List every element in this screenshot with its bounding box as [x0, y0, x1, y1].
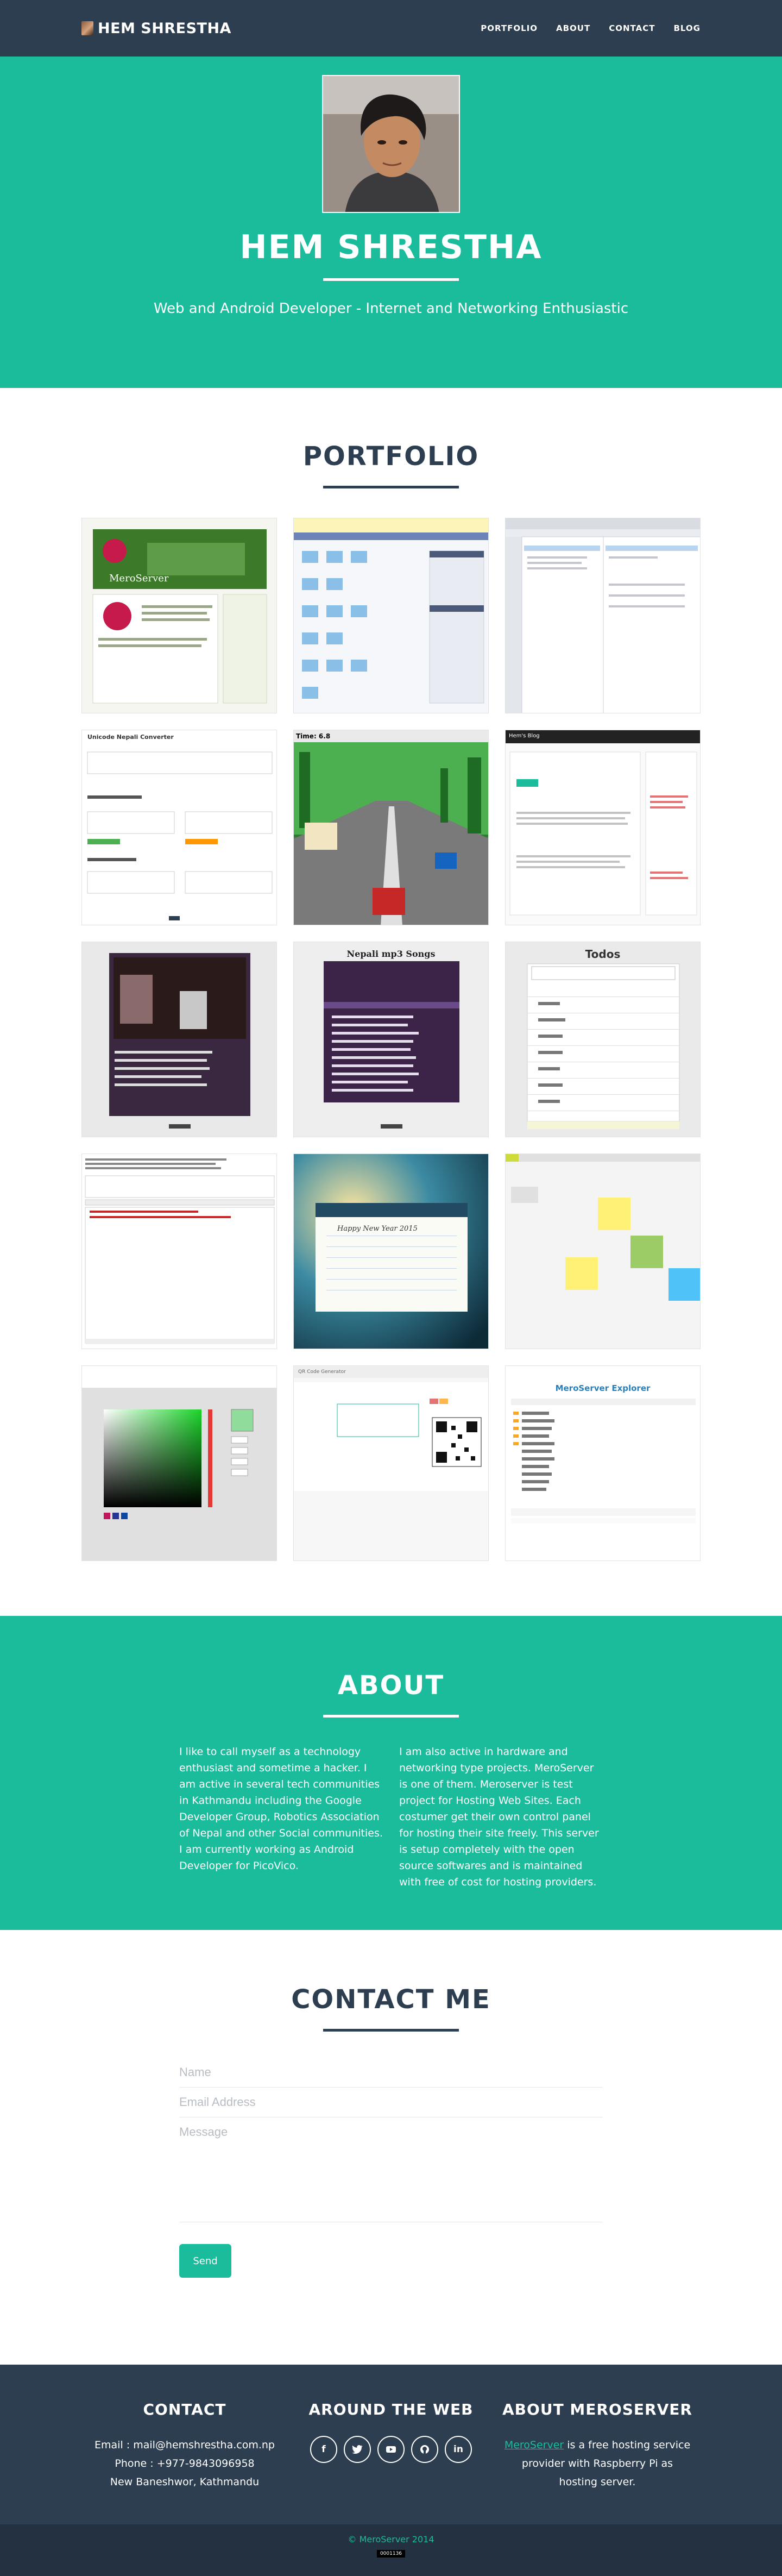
- facebook-icon[interactable]: f: [310, 2436, 337, 2463]
- footer-contact: CONTACT Email : mail@hemshrestha.com.np …: [81, 2400, 288, 2491]
- control-panel-screenshot: [294, 518, 488, 713]
- email-field[interactable]: [179, 2095, 603, 2109]
- footer-web-title: AROUND THE WEB: [308, 2400, 474, 2418]
- linkedin-icon[interactable]: in: [445, 2436, 472, 2463]
- brand-link[interactable]: HEM SHRESTHA: [81, 20, 231, 37]
- portfolio-item-todos[interactable]: Todos: [505, 942, 701, 1137]
- color-picker-screenshot: [82, 1366, 276, 1560]
- nav-link-about[interactable]: ABOUT: [556, 23, 590, 33]
- tile-caption: Happy New Year 2015: [337, 1225, 418, 1233]
- todos-screenshot: [506, 942, 700, 1137]
- portfolio-item-text-editor[interactable]: [81, 1154, 277, 1349]
- about-text-left: I like to call myself as a technology en…: [179, 1746, 383, 1872]
- nav-link-portfolio[interactable]: PORTFOLIO: [481, 23, 538, 33]
- hero-tagline: Web and Android Developer - Internet and…: [153, 300, 629, 317]
- meroserver-link[interactable]: MeroServer: [504, 2439, 564, 2451]
- message-field[interactable]: [179, 2125, 603, 2212]
- footer-contact-title: CONTACT: [143, 2400, 226, 2418]
- footer-phone: Phone : +977-9843096958: [115, 2458, 255, 2470]
- footer-about: ABOUT MEROSERVER MeroServer is a free ho…: [494, 2400, 701, 2491]
- counter-badge: 0001136: [376, 2550, 406, 2558]
- contact-title: CONTACT ME: [291, 1984, 491, 2015]
- unicode-converter-screenshot: [82, 730, 276, 925]
- file-manager-screenshot: [506, 518, 700, 713]
- about-section: ABOUT I like to call myself as a technol…: [0, 1616, 782, 1930]
- tile-caption: Hem's Blog: [509, 733, 540, 739]
- portfolio-item-new-year-card[interactable]: Happy New Year 2015: [293, 1154, 489, 1349]
- about-text-right: I am also active in hardware and network…: [399, 1746, 599, 1888]
- portfolio-item-control-panel[interactable]: [293, 518, 489, 713]
- send-button[interactable]: Send: [179, 2244, 231, 2278]
- portfolio-item-music-player[interactable]: [81, 942, 277, 1137]
- name-field[interactable]: [179, 2065, 603, 2079]
- github-icon[interactable]: [411, 2436, 438, 2463]
- text-editor-screenshot: [82, 1154, 276, 1349]
- contact-form: Send: [179, 2058, 603, 2278]
- portfolio-item-sticky-notes[interactable]: [505, 1154, 701, 1349]
- tile-caption: Nepali mp3 Songs: [346, 949, 436, 959]
- qr-generator-screenshot: [294, 1366, 488, 1560]
- blog-screenshot: [506, 730, 700, 925]
- youtube-icon[interactable]: [377, 2436, 405, 2463]
- twitter-icon[interactable]: [344, 2436, 371, 2463]
- intro-header: HEM SHRESTHA Web and Android Developer -…: [0, 57, 782, 388]
- file-explorer-screenshot: [506, 1366, 700, 1560]
- navbar: HEM SHRESTHA PORTFOLIO ABOUT CONTACT BLO…: [0, 0, 782, 57]
- copyright-bar: © MeroServer 2014 0001136: [0, 2524, 782, 2576]
- tile-caption: MeroServer Explorer: [555, 1383, 651, 1393]
- footer-social: AROUND THE WEB f in: [288, 2400, 494, 2491]
- tile-caption: MeroServer: [109, 573, 169, 584]
- about-title: ABOUT: [337, 1670, 445, 1701]
- profile-photo: [322, 75, 460, 213]
- portfolio-item-file-manager[interactable]: [505, 518, 701, 713]
- contact-divider: [323, 2029, 459, 2032]
- footer: CONTACT Email : mail@hemshrestha.com.np …: [0, 2365, 782, 2524]
- footer-about-title: ABOUT MEROSERVER: [502, 2400, 692, 2418]
- music-player-screenshot: [82, 942, 276, 1137]
- portfolio-divider: [323, 486, 459, 488]
- brand-name: HEM SHRESTHA: [98, 20, 231, 37]
- nav-link-contact[interactable]: CONTACT: [609, 23, 655, 33]
- portfolio-title: PORTFOLIO: [302, 441, 480, 472]
- tile-caption: Todos: [585, 948, 621, 961]
- mp3-songs-screenshot: [294, 942, 488, 1137]
- portfolio-grid: MeroServer Unicode Nepali Converter Time…: [81, 518, 701, 1561]
- portfolio-item-unicode-converter[interactable]: Unicode Nepali Converter: [81, 730, 277, 925]
- nav-link-blog[interactable]: BLOG: [673, 23, 701, 33]
- portfolio-item-meroserver[interactable]: MeroServer: [81, 518, 277, 713]
- about-divider: [323, 1715, 459, 1718]
- tile-caption: QR Code Generator: [298, 1369, 346, 1375]
- portfolio-item-blog[interactable]: Hem's Blog: [505, 730, 701, 925]
- brand-logo-icon: [81, 21, 93, 35]
- footer-address: New Baneshwor, Kathmandu: [110, 2476, 260, 2488]
- sticky-notes-screenshot: [506, 1154, 700, 1349]
- nav-links: PORTFOLIO ABOUT CONTACT BLOG: [481, 23, 701, 33]
- footer-email: Email : mail@hemshrestha.com.np: [94, 2439, 275, 2451]
- portfolio-item-file-explorer[interactable]: MeroServer Explorer: [505, 1365, 701, 1561]
- copyright-text: © MeroServer 2014: [348, 2534, 434, 2544]
- hero-name: HEM SHRESTHA: [239, 228, 543, 266]
- portfolio-section: PORTFOLIO MeroServer Unicode Nepali Conv…: [0, 388, 782, 1616]
- tile-caption: Time: 6.8: [296, 732, 331, 740]
- contact-section: CONTACT ME Send: [0, 1930, 782, 2365]
- new-year-card-screenshot: [294, 1154, 488, 1349]
- portfolio-item-color-picker[interactable]: [81, 1365, 277, 1561]
- tile-caption: Unicode Nepali Converter: [87, 734, 174, 741]
- hero-divider: [323, 278, 459, 281]
- portfolio-item-mp3-songs[interactable]: Nepali mp3 Songs: [293, 942, 489, 1137]
- racing-game-screenshot: [294, 730, 488, 925]
- portfolio-item-qr-generator[interactable]: QR Code Generator: [293, 1365, 489, 1561]
- meroserver-screenshot: [82, 518, 276, 713]
- portfolio-item-racing-game[interactable]: Time: 6.8: [293, 730, 489, 925]
